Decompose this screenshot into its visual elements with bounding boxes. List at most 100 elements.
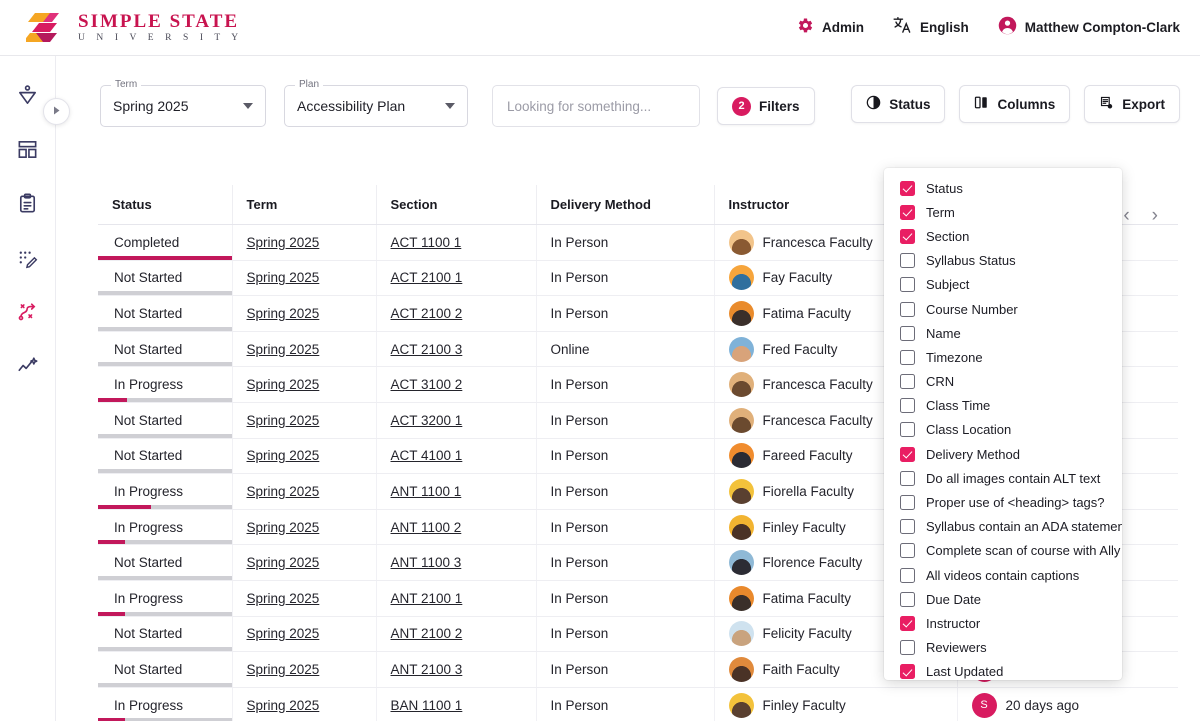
search-input[interactable] [507, 99, 685, 114]
term-link[interactable]: Spring 2025 [247, 342, 320, 357]
columns-menu-item[interactable]: Class Location [884, 418, 1122, 442]
checkbox-unchecked-icon[interactable] [900, 568, 915, 583]
checkbox-checked-icon[interactable] [900, 664, 915, 679]
columns-menu-item[interactable]: Proper use of <heading> tags? [884, 490, 1122, 514]
section-link[interactable]: ANT 2100 1 [391, 591, 463, 606]
expand-sidebar-button[interactable] [43, 98, 70, 125]
checkbox-unchecked-icon[interactable] [900, 543, 915, 558]
sidebar-item-workflow[interactable] [14, 300, 42, 328]
columns-button[interactable]: Columns [959, 85, 1070, 123]
sidebar-item-dashboard[interactable] [14, 138, 42, 166]
column-header-status[interactable]: Status [98, 185, 232, 225]
plan-select[interactable]: Plan Accessibility Plan [284, 85, 468, 127]
section-link[interactable]: ANT 2100 2 [391, 626, 463, 641]
columns-menu-item[interactable]: Subject [884, 273, 1122, 297]
checkbox-checked-icon[interactable] [900, 181, 915, 196]
columns-menu-item[interactable]: Section [884, 224, 1122, 248]
checkbox-unchecked-icon[interactable] [900, 253, 915, 268]
columns-menu-item[interactable]: Class Time [884, 394, 1122, 418]
column-header-term[interactable]: Term [232, 185, 376, 225]
checkbox-unchecked-icon[interactable] [900, 374, 915, 389]
column-header-section[interactable]: Section [376, 185, 536, 225]
section-link[interactable]: ACT 2100 1 [391, 270, 463, 285]
term-link[interactable]: Spring 2025 [247, 413, 320, 428]
term-link[interactable]: Spring 2025 [247, 520, 320, 535]
sidebar-item-courses[interactable] [14, 84, 42, 112]
admin-button[interactable]: Admin [796, 16, 864, 40]
checkbox-unchecked-icon[interactable] [900, 495, 915, 510]
filters-button[interactable]: 2 Filters [717, 87, 815, 125]
checkbox-unchecked-icon[interactable] [900, 592, 915, 607]
checkbox-unchecked-icon[interactable] [900, 277, 915, 292]
brand-logo[interactable]: SIMPLE STATE U N I V E R S I T Y [0, 11, 243, 45]
term-link[interactable]: Spring 2025 [247, 377, 320, 392]
section-link[interactable]: ACT 4100 1 [391, 448, 463, 463]
term-link[interactable]: Spring 2025 [247, 306, 320, 321]
term-select[interactable]: Term Spring 2025 [100, 85, 266, 127]
columns-menu-item[interactable]: Syllabus Status [884, 249, 1122, 273]
checkbox-checked-icon[interactable] [900, 447, 915, 462]
columns-menu-item[interactable]: Do all images contain ALT text [884, 466, 1122, 490]
section-link[interactable]: ANT 2100 3 [391, 662, 463, 677]
term-link[interactable]: Spring 2025 [247, 555, 320, 570]
columns-menu-item[interactable]: Status [884, 176, 1122, 200]
search-box[interactable] [492, 85, 700, 127]
checkbox-checked-icon[interactable] [900, 229, 915, 244]
export-button[interactable]: Export [1084, 85, 1180, 123]
section-link[interactable]: ANT 1100 2 [391, 520, 462, 535]
term-link[interactable]: Spring 2025 [247, 235, 320, 250]
term-link[interactable]: Spring 2025 [247, 662, 320, 677]
section-link[interactable]: ACT 1100 1 [391, 235, 462, 250]
next-page-button[interactable]: › [1152, 206, 1158, 225]
columns-menu-item[interactable]: Term [884, 200, 1122, 224]
status-button[interactable]: Status [851, 85, 945, 123]
term-link[interactable]: Spring 2025 [247, 626, 320, 641]
columns-menu-item[interactable]: Timezone [884, 345, 1122, 369]
checkbox-unchecked-icon[interactable] [900, 398, 915, 413]
checkbox-unchecked-icon[interactable] [900, 471, 915, 486]
checkbox-unchecked-icon[interactable] [900, 422, 915, 437]
term-link[interactable]: Spring 2025 [247, 484, 320, 499]
columns-menu-item[interactable]: Last Updated [884, 660, 1122, 680]
sidebar-item-tasks[interactable] [14, 192, 42, 220]
checkbox-unchecked-icon[interactable] [900, 302, 915, 317]
columns-menu-item-label: Name [926, 326, 961, 341]
column-header-delivery-method[interactable]: Delivery Method [536, 185, 714, 225]
columns-dropdown-menu[interactable]: StatusTermSectionSyllabus StatusSubjectC… [884, 168, 1122, 680]
language-button[interactable]: English [892, 15, 969, 40]
term-link[interactable]: Spring 2025 [247, 591, 320, 606]
columns-menu-item[interactable]: All videos contain captions [884, 563, 1122, 587]
checkbox-checked-icon[interactable] [900, 205, 915, 220]
checkbox-unchecked-icon[interactable] [900, 640, 915, 655]
sidebar-item-edit[interactable] [14, 246, 42, 274]
prev-page-button[interactable]: ‹ [1123, 206, 1129, 225]
columns-menu-item[interactable]: CRN [884, 370, 1122, 394]
section-link[interactable]: ACT 2100 3 [391, 342, 463, 357]
section-link[interactable]: ACT 3100 2 [391, 377, 463, 392]
section-link[interactable]: BAN 1100 1 [391, 698, 463, 713]
checkbox-unchecked-icon[interactable] [900, 350, 915, 365]
section-link[interactable]: ANT 1100 3 [391, 555, 462, 570]
term-link[interactable]: Spring 2025 [247, 270, 320, 285]
section-link[interactable]: ANT 1100 1 [391, 484, 462, 499]
columns-menu-item[interactable]: Due Date [884, 587, 1122, 611]
columns-menu-item[interactable]: Instructor [884, 611, 1122, 635]
columns-menu-item[interactable]: Name [884, 321, 1122, 345]
section-link[interactable]: ACT 3200 1 [391, 413, 463, 428]
columns-menu-item[interactable]: Delivery Method [884, 442, 1122, 466]
columns-menu-item[interactable]: Course Number [884, 297, 1122, 321]
columns-menu-item[interactable]: Reviewers [884, 636, 1122, 660]
checkbox-unchecked-icon[interactable] [900, 326, 915, 341]
section-link[interactable]: ACT 2100 2 [391, 306, 463, 321]
columns-menu-item[interactable]: Complete scan of course with Ally [884, 539, 1122, 563]
term-link[interactable]: Spring 2025 [247, 448, 320, 463]
checkbox-unchecked-icon[interactable] [900, 519, 915, 534]
filters-toolbar: Term Spring 2025 Plan Accessibility Plan… [100, 85, 815, 127]
term-link[interactable]: Spring 2025 [247, 698, 320, 713]
checkbox-checked-icon[interactable] [900, 616, 915, 631]
table-row[interactable]: In ProgressSpring 2025BAN 1100 1In Perso… [98, 687, 1178, 721]
user-menu[interactable]: Matthew Compton-Clark [997, 15, 1180, 41]
sidebar-item-analytics[interactable] [14, 354, 42, 382]
columns-menu-item[interactable]: Syllabus contain an ADA statement? [884, 515, 1122, 539]
term-select-value: Spring 2025 [113, 98, 189, 114]
